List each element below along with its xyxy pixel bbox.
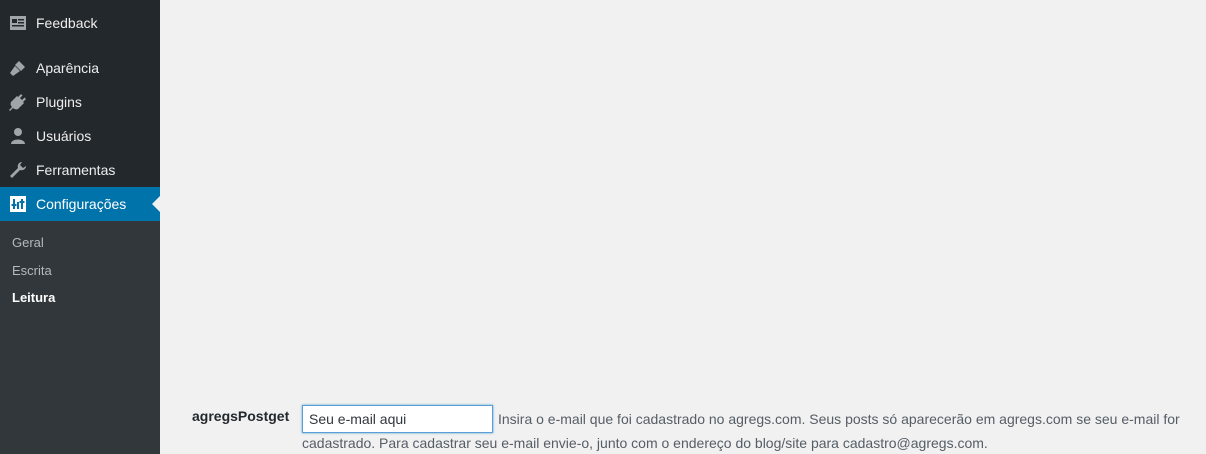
field-description: Insira o e-mail que foi cadastrado no ag… (302, 411, 1180, 451)
submenu-item-escrita[interactable]: Escrita (12, 263, 52, 278)
sidebar-item-label: Ferramentas (36, 162, 116, 178)
sidebar-item-label: Feedback (36, 15, 98, 31)
settings-submenu: Geral Escrita Leitura (0, 221, 160, 454)
user-icon (8, 126, 28, 146)
admin-sidebar: Feedback Aparência Plugins Usuários Ferr… (0, 0, 160, 454)
submenu-item-geral[interactable]: Geral (12, 235, 44, 250)
sidebar-item-usuarios[interactable]: Usuários (0, 119, 160, 153)
submenu-item-leitura[interactable]: Leitura (12, 290, 55, 305)
sidebar-item-label: Usuários (36, 128, 92, 144)
sidebar-item-ferramentas[interactable]: Ferramentas (0, 153, 160, 187)
agregs-field-label: agregsPostget (192, 408, 290, 424)
sidebar-item-label: Plugins (36, 94, 82, 110)
settings-icon (8, 194, 28, 214)
wrench-icon (8, 160, 28, 180)
sidebar-item-plugins[interactable]: Plugins (0, 85, 160, 119)
feedback-icon (8, 13, 28, 33)
plugin-icon (8, 92, 28, 112)
sidebar-item-feedback[interactable]: Feedback (0, 6, 160, 40)
sidebar-item-aparencia[interactable]: Aparência (0, 51, 160, 85)
sidebar-item-configuracoes[interactable]: Configurações (0, 187, 160, 221)
sidebar-item-label: Configurações (36, 196, 127, 212)
sidebar-item-label: Aparência (36, 60, 100, 76)
paintbrush-icon (8, 58, 28, 78)
